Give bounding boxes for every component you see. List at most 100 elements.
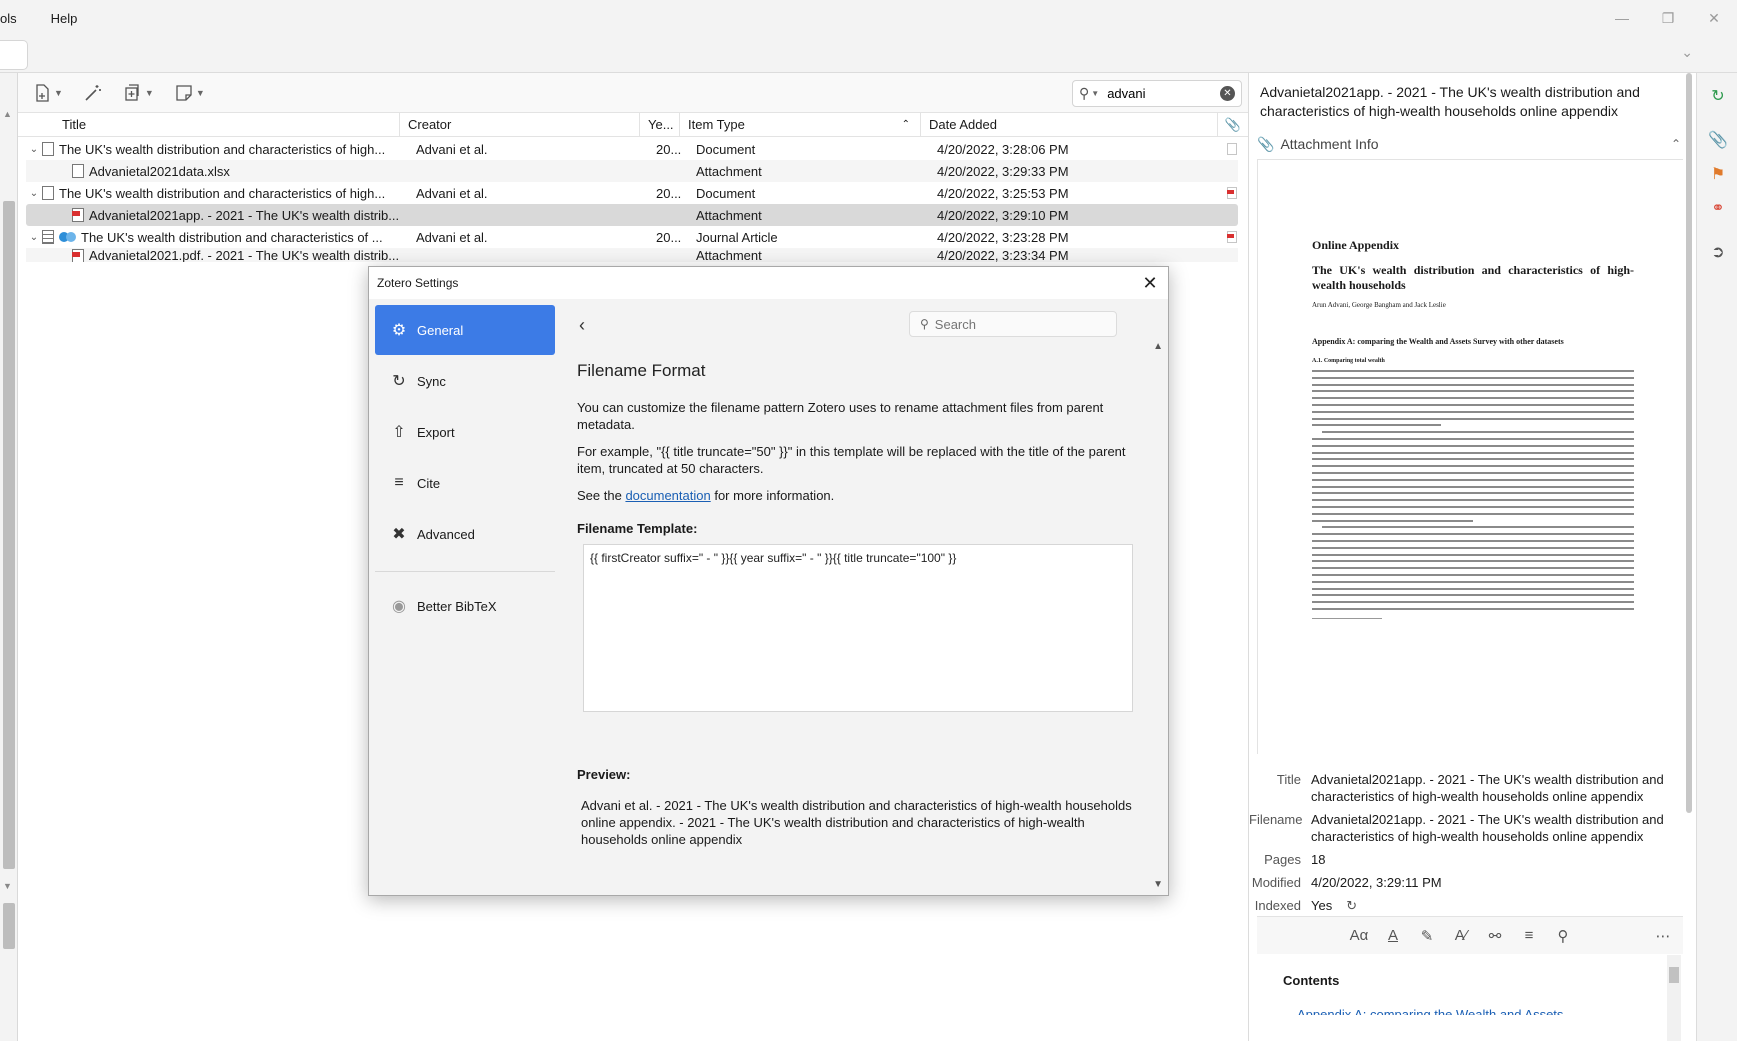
nav-export[interactable]: ⇧ Export <box>375 407 555 457</box>
nav-separator <box>375 571 555 572</box>
locate-icon[interactable]: ➲ <box>1707 241 1729 263</box>
table-row[interactable]: ⌄ The UK's wealth distribution and chara… <box>26 138 1238 160</box>
pdf-attachment-icon[interactable] <box>1227 231 1237 243</box>
collapse-chevron-icon[interactable]: ⌄ <box>26 232 42 243</box>
nav-general[interactable]: ⚙ General <box>375 305 555 355</box>
attachment-file-icon[interactable] <box>1227 143 1237 155</box>
preview-label: Preview: <box>577 767 631 782</box>
items-search-input[interactable] <box>1107 86 1208 101</box>
citation-icon[interactable]: ≡ <box>1519 927 1539 944</box>
find-icon[interactable]: ⚲ <box>1553 927 1573 945</box>
clear-search-icon[interactable]: ✕ <box>1220 86 1235 101</box>
tag-icon[interactable]: ⚑ <box>1707 163 1729 185</box>
column-item-type[interactable]: Item Type ⌃ <box>680 113 921 136</box>
contents-heading: Contents <box>1283 973 1340 988</box>
nav-advanced[interactable]: ✖ Advanced <box>375 509 555 559</box>
column-creator[interactable]: Creator <box>400 113 640 136</box>
column-date-added[interactable]: Date Added <box>921 113 1218 136</box>
items-search-box[interactable]: ⚲ ▼ ✕ <box>1072 80 1242 107</box>
scroll-up-arrow-icon[interactable]: ▲ <box>3 109 12 119</box>
row-year: 20... <box>656 141 682 157</box>
info-row-title: Title Advanietal2021app. - 2021 - The UK… <box>1249 771 1697 805</box>
preview-section: Appendix A: comparing the Wealth and Ass… <box>1312 337 1564 346</box>
column-attachments[interactable]: 📎 <box>1218 113 1248 136</box>
row-date-added: 4/20/2022, 3:29:33 PM <box>937 163 1069 179</box>
attachment-info-table: Title Advanietal2021app. - 2021 - The UK… <box>1249 771 1697 920</box>
sync-icon[interactable]: ↻ <box>1707 85 1729 107</box>
menu-help[interactable]: Help <box>31 11 92 26</box>
info-row-indexed: Indexed Yes ↻ <box>1254 897 1358 914</box>
add-attachment-button[interactable]: ▼ <box>123 83 154 103</box>
pdf-preview-page: Online Appendix The UK's wealth distribu… <box>1258 160 1684 755</box>
column-title[interactable]: Title <box>18 113 400 136</box>
new-note-button[interactable]: ▼ <box>174 83 205 103</box>
preview-footnote-rule <box>1312 617 1382 619</box>
restore-icon[interactable]: ❐ <box>1645 0 1691 36</box>
attachment-nav-icon[interactable]: 📎 <box>1707 129 1729 151</box>
row-item-type: Attachment <box>696 163 762 179</box>
table-row[interactable]: ⌄ The UK's wealth distribution and chara… <box>26 182 1238 204</box>
row-title: The UK's wealth distribution and charact… <box>59 185 386 201</box>
table-row[interactable]: Advanietal2021data.xlsx Attachment 4/20/… <box>26 160 1238 182</box>
sync-icon: ↻ <box>392 373 406 390</box>
pdf-attachment-icon[interactable] <box>1227 187 1237 199</box>
highlighter-icon[interactable]: ✎ <box>1417 927 1437 945</box>
cite-icon: ≡ <box>394 474 404 491</box>
close-window-icon[interactable]: ✕ <box>1691 0 1737 36</box>
font-color-icon[interactable]: A <box>1383 927 1403 944</box>
link-icon[interactable]: ⚯ <box>1485 927 1505 945</box>
menu-tools[interactable]: ols <box>0 11 31 26</box>
row-item-type: Document <box>696 141 756 157</box>
filename-template-input[interactable]: {{ firstCreator suffix=" - " }}{{ year s… <box>583 544 1133 712</box>
library-tab[interactable] <box>0 40 28 70</box>
collapse-section-icon[interactable]: ⌃ <box>1671 137 1681 151</box>
column-year[interactable]: Ye... <box>640 113 680 136</box>
scroll-up-icon[interactable]: ▲ <box>1153 341 1163 352</box>
dialog-title: Zotero Settings <box>377 276 459 290</box>
filename-value[interactable]: Advanietal2021app. - 2021 - The UK's wea… <box>1311 811 1681 845</box>
settings-search[interactable]: ⚲ <box>909 311 1117 337</box>
contents-scrollbar[interactable] <box>1667 955 1681 1041</box>
clear-format-icon[interactable]: A⁄ <box>1451 927 1471 944</box>
minimize-icon[interactable]: — <box>1599 0 1645 36</box>
settings-content: ‹ ⚲ ▲ Filename Format You can customize … <box>569 305 1163 890</box>
settings-search-input[interactable] <box>934 316 1095 332</box>
related-icon[interactable]: ⚭ <box>1707 197 1729 219</box>
collapse-chevron-icon[interactable]: ⌄ <box>26 188 42 199</box>
more-options-icon[interactable]: ⋯ <box>1653 927 1673 945</box>
example-text: For example, "{{ title truncate="50" }}"… <box>577 444 1126 476</box>
tab-list-chevron-icon[interactable]: ⌄ <box>1681 44 1693 61</box>
preview-heading: Online Appendix <box>1312 238 1400 252</box>
documentation-link[interactable]: documentation <box>625 488 710 503</box>
reindex-icon[interactable]: ↻ <box>1346 897 1357 914</box>
collapse-chevron-icon[interactable]: ⌄ <box>26 144 42 155</box>
scrollbar-thumb-secondary[interactable] <box>3 903 15 949</box>
new-item-button[interactable]: ▼ <box>32 83 63 103</box>
text-size-icon[interactable]: Aα <box>1349 927 1369 944</box>
table-row[interactable]: ⌄ The UK's wealth distribution and chara… <box>26 226 1238 248</box>
collections-pane-scrollbar[interactable]: ▲ ▼ <box>0 73 18 1041</box>
file-icon <box>72 164 84 178</box>
tab-strip: ⌄ <box>0 36 1737 73</box>
row-creator: Advani et al. <box>416 185 488 201</box>
back-arrow-icon[interactable]: ‹ <box>579 315 585 336</box>
row-item-type: Attachment <box>696 207 762 223</box>
table-row-selected[interactable]: Advanietal2021app. - 2021 - The UK's wea… <box>26 204 1238 226</box>
scroll-down-arrow-icon[interactable]: ▼ <box>3 881 12 891</box>
attachment-preview[interactable]: Online Appendix The UK's wealth distribu… <box>1257 159 1684 755</box>
nav-better-bibtex[interactable]: ◉ Better BibTeX <box>375 586 555 626</box>
table-row[interactable]: Advanietal2021.pdf. - 2021 - The UK's we… <box>26 248 1238 262</box>
nav-cite[interactable]: ≡ Cite <box>375 458 555 508</box>
contents-link[interactable]: Appendix A: comparing the Wealth and Ass… <box>1297 1007 1627 1015</box>
item-pane-scrollbar[interactable] <box>1686 73 1692 813</box>
nav-sync[interactable]: ↻ Sync <box>375 356 555 406</box>
scrollbar-thumb[interactable] <box>3 201 15 869</box>
dialog-title-bar: Zotero Settings <box>369 267 1168 299</box>
add-by-identifier-button[interactable] <box>83 83 103 103</box>
title-value[interactable]: Advanietal2021app. - 2021 - The UK's wea… <box>1311 771 1681 805</box>
close-dialog-icon[interactable]: ✕ <box>1138 271 1162 295</box>
magic-wand-icon <box>85 84 101 101</box>
scroll-down-icon[interactable]: ▼ <box>1153 879 1163 890</box>
attachment-info-header[interactable]: 📎 Attachment Info ⌃ <box>1257 133 1681 155</box>
search-mode-chevron-icon[interactable]: ▼ <box>1091 89 1099 98</box>
